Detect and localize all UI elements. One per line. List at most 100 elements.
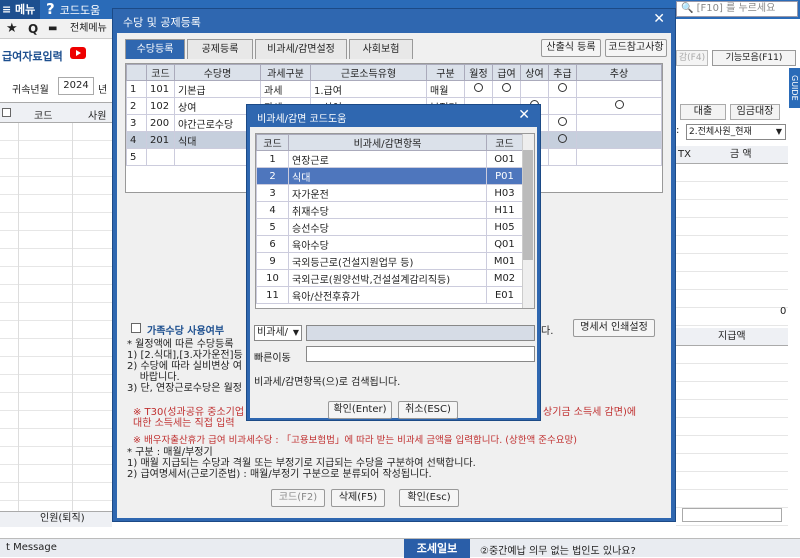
sub-cell-name[interactable]: 육아/산전후휴가: [288, 286, 487, 304]
sub-cell-no[interactable]: 4: [256, 201, 289, 219]
cell-tax[interactable]: 과세: [260, 80, 311, 98]
cell-cs[interactable]: [576, 148, 662, 166]
sub-cell-name[interactable]: 육아수당: [288, 235, 487, 253]
guide-tab[interactable]: GUIDE: [789, 68, 800, 108]
code-f2-button[interactable]: 코드(F2): [271, 489, 325, 507]
cell-c[interactable]: [548, 131, 577, 149]
sub-cell-name[interactable]: 식대: [288, 167, 487, 185]
cell-code[interactable]: 201: [146, 131, 175, 149]
search-input[interactable]: 🔍 [F10] 를 누르세요: [676, 1, 798, 17]
tab-nontax[interactable]: 비과세/감면설정: [255, 39, 347, 59]
f4-button[interactable]: 감(F4): [676, 50, 708, 66]
code-reference-button[interactable]: 코드참고사항: [605, 39, 667, 57]
cell-no[interactable]: 1: [126, 80, 147, 98]
year-input[interactable]: 2024: [58, 77, 94, 95]
sub-table-row[interactable]: 4 취재수당 H11: [256, 201, 523, 219]
cell-code[interactable]: [146, 148, 175, 166]
sub-cell-code[interactable]: H03: [486, 184, 523, 202]
tax-news-badge[interactable]: 조세일보: [404, 539, 470, 558]
sub-cell-code[interactable]: P01: [486, 167, 523, 185]
sub-table-row[interactable]: 5 승선수당 H05: [256, 218, 523, 236]
sub-cell-name[interactable]: 자가운전: [288, 184, 487, 202]
sub-cell-no[interactable]: 2: [256, 167, 289, 185]
cell-c[interactable]: [548, 148, 577, 166]
scrollbar-thumb[interactable]: [523, 150, 533, 260]
tab-insurance[interactable]: 사회보험: [349, 39, 413, 59]
sub-cell-no[interactable]: 3: [256, 184, 289, 202]
employee-filter-select[interactable]: 2.전체사원_현재 ▼: [686, 124, 786, 140]
star-icon[interactable]: ★: [6, 19, 18, 39]
cell-name[interactable]: 기본급: [174, 80, 261, 98]
sub-confirm-button[interactable]: 확인(Enter): [328, 401, 392, 419]
employee-grid-body[interactable]: [0, 123, 112, 513]
youtube-icon[interactable]: [70, 47, 86, 59]
print-settings-button[interactable]: 명세서 인쇄설정: [573, 319, 655, 337]
cell-cs[interactable]: [576, 80, 662, 98]
sub-table-row[interactable]: 9 국외등근로(건설지원업무 등) M01: [256, 252, 523, 270]
sub-cell-code[interactable]: O01: [486, 150, 523, 168]
table-row[interactable]: 1 101 기본급 과세 1.급여 매월: [126, 80, 662, 98]
sub-cell-code[interactable]: H05: [486, 218, 523, 236]
sub-table-row[interactable]: 2 식대 P01: [256, 167, 523, 185]
wage-ledger-button[interactable]: 임금대장: [730, 104, 780, 120]
sub-table-row[interactable]: 3 자가운전 H03: [256, 184, 523, 202]
cell-cs[interactable]: [576, 114, 662, 132]
sub-cell-name[interactable]: 취재수당: [288, 201, 487, 219]
sub-cell-no[interactable]: 11: [256, 286, 289, 304]
cell-code[interactable]: 101: [146, 80, 175, 98]
folder-icon[interactable]: ▬: [48, 19, 57, 39]
delete-button[interactable]: 삭제(F5): [331, 489, 385, 507]
loan-button[interactable]: 대출: [680, 104, 726, 120]
cell-no[interactable]: 2: [126, 97, 147, 115]
sub-cell-name[interactable]: 연장근로: [288, 150, 487, 168]
sub-cell-code[interactable]: M02: [486, 269, 523, 287]
sub-cell-code[interactable]: H11: [486, 201, 523, 219]
close-icon[interactable]: ✕: [518, 107, 530, 123]
filter-select[interactable]: 비과세/ ▼: [254, 325, 302, 341]
cell-cs[interactable]: [576, 131, 662, 149]
sub-cell-no[interactable]: 5: [256, 218, 289, 236]
sub-cell-name[interactable]: 승선수당: [288, 218, 487, 236]
full-menu-link[interactable]: 전체메뉴: [70, 19, 107, 39]
sub-cell-name[interactable]: 국외등근로(건설지원업무 등): [288, 252, 487, 270]
sub-table-row[interactable]: 1 연장근로 O01: [256, 150, 523, 168]
cell-s[interactable]: [520, 80, 549, 98]
family-allowance-checkbox[interactable]: [131, 323, 141, 333]
cell-no[interactable]: 4: [126, 131, 147, 149]
sub-cell-no[interactable]: 10: [256, 269, 289, 287]
filter-input[interactable]: [306, 325, 535, 341]
cell-c[interactable]: [548, 114, 577, 132]
quick-search-button[interactable]: Q: [28, 19, 38, 39]
sub-cell-no[interactable]: 9: [256, 252, 289, 270]
confirm-button[interactable]: 확인(Esc): [399, 489, 459, 507]
function-menu-button[interactable]: 기능모음(F11): [712, 50, 796, 66]
cell-type[interactable]: 1.급여: [310, 80, 427, 98]
tab-allowance[interactable]: 수당등록: [125, 39, 185, 59]
sub-table-row[interactable]: 10 국외근로(원양선박,건설설계감리직등) M02: [256, 269, 523, 287]
sub-cell-code[interactable]: M01: [486, 252, 523, 270]
close-icon[interactable]: ✕: [653, 11, 665, 27]
sub-cell-code[interactable]: Q01: [486, 235, 523, 253]
cell-c[interactable]: [548, 97, 577, 115]
menu-button[interactable]: ≡ 메뉴: [0, 0, 40, 19]
help-button[interactable]: ? 코드도움: [46, 0, 100, 20]
cell-no[interactable]: 3: [126, 114, 147, 132]
sub-cell-no[interactable]: 1: [256, 150, 289, 168]
sub-cell-code[interactable]: E01: [486, 286, 523, 304]
news-ticker[interactable]: ②중간예납 의무 없는 법인도 있나요?: [480, 542, 636, 557]
cell-code[interactable]: 102: [146, 97, 175, 115]
sub-cell-no[interactable]: 6: [256, 235, 289, 253]
cell-code[interactable]: 200: [146, 114, 175, 132]
tab-deduction[interactable]: 공제등록: [187, 39, 253, 59]
cell-m[interactable]: [464, 80, 493, 98]
sub-cancel-button[interactable]: 취소(ESC): [398, 401, 458, 419]
cell-c[interactable]: [548, 80, 577, 98]
cell-cs[interactable]: [576, 97, 662, 115]
cell-div[interactable]: 매월: [426, 80, 465, 98]
select-all-checkbox[interactable]: [2, 108, 11, 117]
cell-no[interactable]: 5: [126, 148, 147, 166]
calc-formula-button[interactable]: 산출식 등록: [541, 39, 601, 57]
pay-total-field[interactable]: [682, 508, 782, 522]
sub-cell-name[interactable]: 국외근로(원양선박,건설설계감리직등): [288, 269, 487, 287]
sub-table-row[interactable]: 6 육아수당 Q01: [256, 235, 523, 253]
